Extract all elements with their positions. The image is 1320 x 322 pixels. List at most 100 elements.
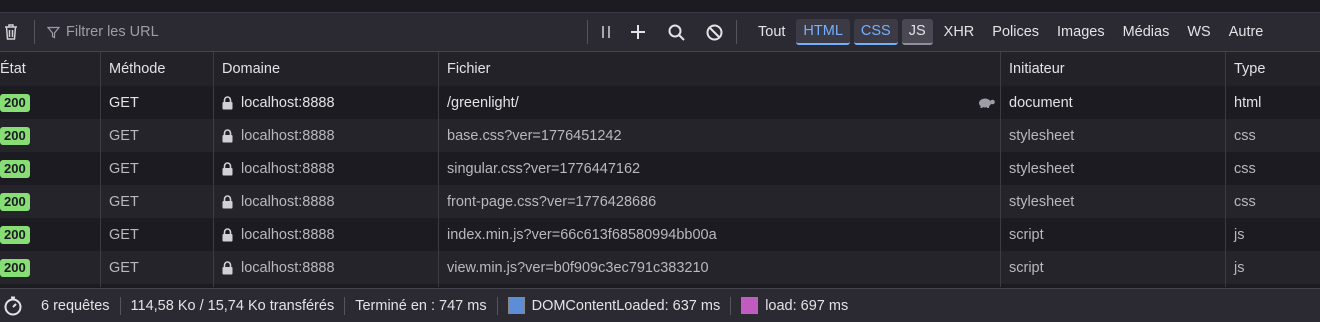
tab-css[interactable]: CSS bbox=[853, 19, 898, 45]
toolbar-separator bbox=[34, 20, 35, 44]
status-separator bbox=[730, 296, 732, 315]
table-row[interactable]: 200 GET localhost:8888 singular.css?ver=177… bbox=[0, 152, 1320, 185]
toolbar-separator bbox=[736, 20, 737, 44]
filter-icon bbox=[47, 26, 60, 38]
domain-text: localhost:8888 bbox=[241, 160, 335, 177]
domain-cell: localhost:8888 bbox=[222, 185, 335, 218]
tab-ws[interactable]: WS bbox=[1180, 20, 1217, 44]
load-swatch bbox=[741, 297, 759, 314]
type-cell: html bbox=[1234, 94, 1262, 111]
tab-html[interactable]: HTML bbox=[796, 19, 850, 45]
method-cell: GET bbox=[109, 226, 139, 243]
method-cell: GET bbox=[109, 160, 139, 177]
tab-media[interactable]: Médias bbox=[1116, 20, 1177, 44]
file-cell: view.min.js?ver=b0f909c3ec791c383210 bbox=[447, 259, 709, 276]
status-cell: 200 bbox=[0, 185, 30, 218]
search-icon[interactable] bbox=[664, 24, 688, 41]
status-bar: 6 requêtes 114,58 Ko / 15,74 Ko transfér… bbox=[0, 288, 1320, 322]
type-cell: css bbox=[1234, 127, 1256, 144]
tab-all[interactable]: Tout bbox=[751, 20, 792, 44]
block-icon[interactable] bbox=[702, 24, 726, 41]
status-cell: 200 bbox=[0, 152, 30, 185]
column-header-file[interactable]: Fichier bbox=[447, 52, 491, 86]
tab-images[interactable]: Images bbox=[1050, 20, 1112, 44]
method-cell: GET bbox=[109, 94, 139, 111]
tab-xhr[interactable]: XHR bbox=[937, 20, 982, 44]
initiator-cell: script bbox=[1009, 226, 1044, 243]
status-badge: 200 bbox=[0, 192, 30, 211]
column-header-domain[interactable]: Domaine bbox=[222, 52, 280, 86]
turtle-icon bbox=[978, 86, 995, 119]
initiator-cell: document bbox=[1009, 94, 1073, 111]
status-cell: 200 bbox=[0, 119, 30, 152]
column-header-initiator[interactable]: Initiateur bbox=[1009, 52, 1065, 86]
file-cell: /greenlight/ bbox=[447, 94, 519, 111]
file-cell: index.min.js?ver=66c613f68580994bb00a bbox=[447, 226, 717, 243]
table-row[interactable]: 200 GET localhost:8888 index.min.js?ver=66c… bbox=[0, 218, 1320, 251]
lock-icon bbox=[222, 194, 233, 209]
transferred-size: 114,58 Ko / 15,74 Ko transférés bbox=[130, 297, 335, 314]
load-time: load: 697 ms bbox=[765, 297, 849, 314]
initiator-cell: stylesheet bbox=[1009, 127, 1075, 144]
column-divider bbox=[1225, 52, 1226, 287]
url-filter-placeholder: Filtrer les URL bbox=[66, 24, 159, 40]
domain-cell: localhost:8888 bbox=[222, 86, 335, 119]
status-separator bbox=[496, 296, 498, 315]
initiator-cell: stylesheet bbox=[1009, 160, 1075, 177]
file-cell: front-page.css?ver=1776428686 bbox=[447, 193, 657, 210]
requests-count: 6 requêtes bbox=[41, 297, 110, 314]
domcontentloaded-swatch bbox=[507, 297, 525, 314]
domain-text: localhost:8888 bbox=[241, 259, 335, 276]
status-cell: 200 bbox=[0, 251, 30, 284]
status-cell: 200 bbox=[0, 86, 30, 119]
column-header-type[interactable]: Type bbox=[1234, 52, 1265, 86]
domain-text: localhost:8888 bbox=[241, 127, 335, 144]
table-row[interactable]: 200 GET localhost:8888/greenlight/document… bbox=[0, 86, 1320, 119]
lock-icon bbox=[222, 95, 233, 110]
lock-icon bbox=[222, 260, 233, 275]
url-filter-field[interactable]: Filtrer les URL bbox=[47, 24, 587, 40]
tab-js[interactable]: JS bbox=[901, 19, 933, 45]
column-divider bbox=[213, 52, 214, 287]
domain-cell: localhost:8888 bbox=[222, 152, 335, 185]
status-badge: 200 bbox=[0, 225, 30, 244]
domcontentloaded-time: DOMContentLoaded: 637 ms bbox=[531, 297, 721, 314]
file-cell: singular.css?ver=1776447162 bbox=[447, 160, 641, 177]
initiator-cell: script bbox=[1009, 259, 1044, 276]
file-cell: base.css?ver=1776451242 bbox=[447, 127, 622, 144]
pause-icon[interactable] bbox=[596, 25, 616, 39]
type-cell: js bbox=[1234, 259, 1245, 276]
table-row[interactable]: 200 GET localhost:8888 view.min.js?ver=b0f9… bbox=[0, 251, 1320, 284]
finished-time: Terminé en : 747 ms bbox=[355, 297, 487, 314]
netmonitor-toolbar: Filtrer les URL Tout HTML CSS JS XHR Pol… bbox=[0, 13, 1320, 52]
method-cell: GET bbox=[109, 127, 139, 144]
lock-icon bbox=[222, 128, 233, 143]
trash-icon[interactable] bbox=[0, 23, 22, 41]
status-separator bbox=[119, 296, 121, 315]
tab-other[interactable]: Autre bbox=[1222, 20, 1271, 44]
column-header-method[interactable]: Méthode bbox=[109, 52, 165, 86]
lock-icon bbox=[222, 161, 233, 176]
table-header: État Méthode Domaine Fichier Initiateur … bbox=[0, 52, 1320, 87]
table-row[interactable]: 200 GET localhost:8888 front-page.css?ver=1… bbox=[0, 185, 1320, 218]
status-cell: 200 bbox=[0, 218, 30, 251]
lock-icon bbox=[222, 227, 233, 242]
domain-text: localhost:8888 bbox=[241, 94, 335, 111]
plus-icon[interactable] bbox=[626, 24, 650, 40]
status-badge: 200 bbox=[0, 126, 30, 145]
domain-text: localhost:8888 bbox=[241, 193, 335, 210]
status-separator bbox=[344, 296, 346, 315]
stopwatch-icon[interactable] bbox=[3, 296, 23, 316]
domain-text: localhost:8888 bbox=[241, 226, 335, 243]
table-row[interactable]: 200 GET localhost:8888 base.css?ver=1776451… bbox=[0, 119, 1320, 152]
column-divider bbox=[1000, 52, 1001, 287]
status-badge: 200 bbox=[0, 258, 30, 277]
column-divider bbox=[438, 52, 439, 287]
method-cell: GET bbox=[109, 259, 139, 276]
tab-fonts[interactable]: Polices bbox=[985, 20, 1046, 44]
domain-cell: localhost:8888 bbox=[222, 251, 335, 284]
column-header-status[interactable]: État bbox=[0, 52, 26, 86]
method-cell: GET bbox=[109, 193, 139, 210]
type-cell: css bbox=[1234, 193, 1256, 210]
browser-top-strip bbox=[0, 0, 1320, 13]
